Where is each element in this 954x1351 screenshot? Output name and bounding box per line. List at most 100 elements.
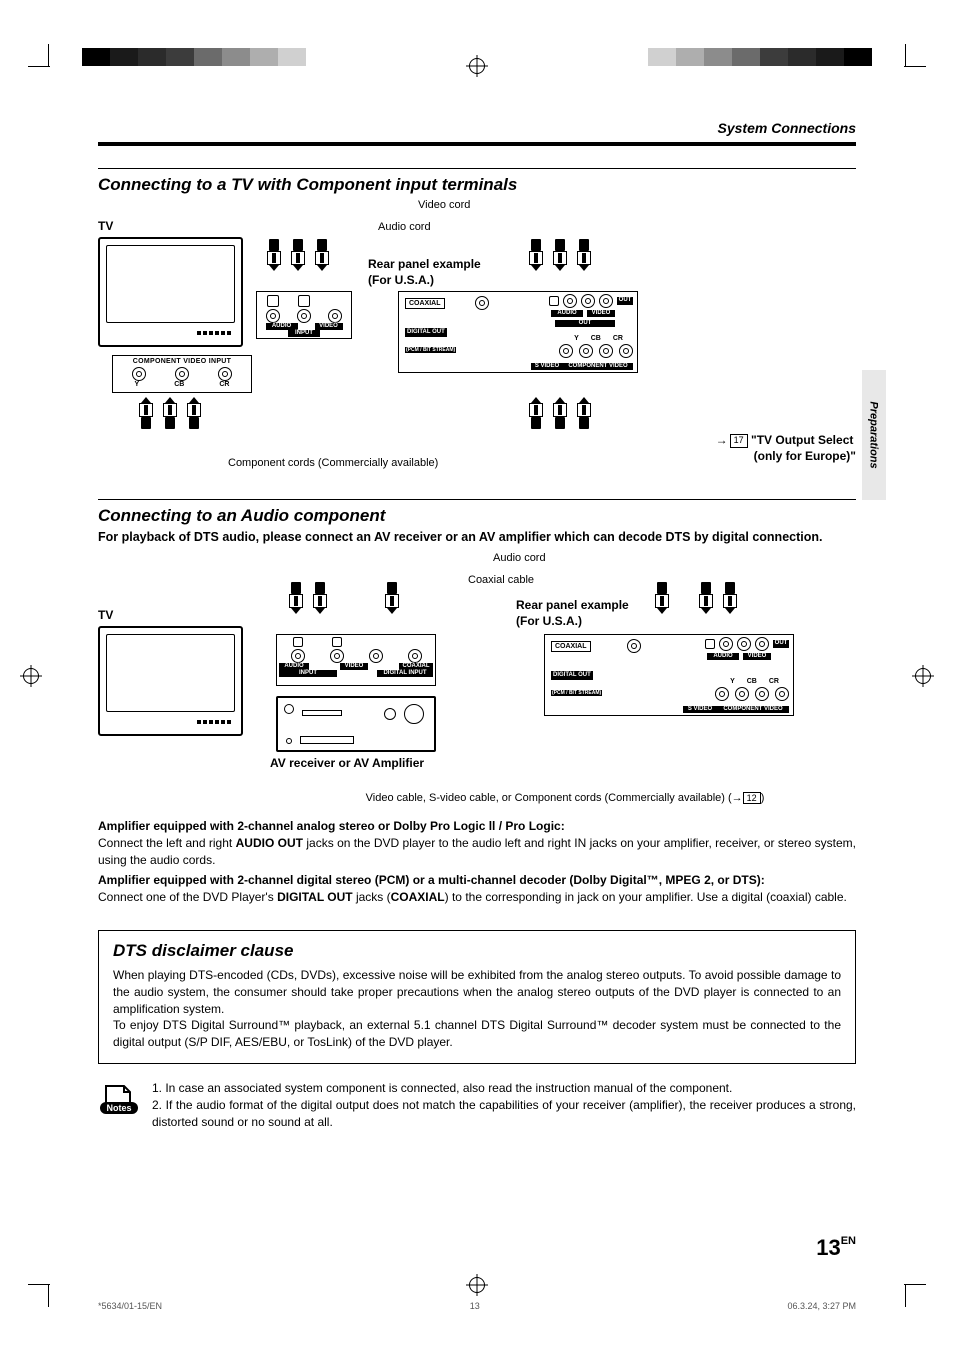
port-icon [755,637,769,651]
chapter-header: System Connections [98,120,856,146]
port-icon [218,367,232,381]
dts-disclaimer-box: DTS disclaimer clause When playing DTS-e… [98,930,856,1064]
port-icon [266,309,280,323]
dts-p1: When playing DTS-encoded (CDs, DVDs), ex… [113,967,841,1017]
rear-panel-region: (For U.S.A.) [368,273,481,289]
port-icon [291,649,305,663]
plug-icon [162,397,178,429]
amp1-body: Connect the left and right AUDIO OUT jac… [98,835,856,869]
port-icon [627,639,641,653]
page-ref: 12 [743,792,761,804]
crop-mark [48,44,49,66]
tv-label: TV [98,219,253,233]
tv-av-input-panel: AUDIO VIDEO INPUT [256,291,352,339]
note-2: 2. If the audio format of the digital ou… [152,1097,856,1131]
section-tab: Preparations [862,370,886,500]
amp1-heading: Amplifier equipped with 2-channel analog… [98,819,565,833]
footer-page: 13 [470,1301,480,1311]
av-amp-label: AV receiver or AV Amplifier [270,756,424,772]
video-cable-note: Video cable, S-video cable, or Component… [186,792,944,804]
crop-mark [28,1284,50,1285]
plug-icon [654,582,670,614]
section-2-lead: For playback of DTS audio, please connec… [98,530,856,544]
component-cords-label: Component cords (Commercially available) [228,457,438,469]
dvd-rear-panel: COAXIAL DIGITAL OUT (PCM / BIT STREAM) O… [398,291,638,373]
port-icon [267,295,279,307]
crop-mark [904,1284,926,1285]
port-icon [581,294,595,308]
connection-diagram-1: Video cord Audio cord Rear panel example… [98,199,856,479]
video-cord-label: Video cord [418,199,470,211]
printer-grayscale-bar [82,48,334,66]
port-icon [579,344,593,358]
crop-mark [28,66,50,67]
svg-text:Notes: Notes [106,1103,131,1113]
notes-section: Notes 1. In case an associated system co… [98,1080,856,1130]
port-icon [735,687,749,701]
port-icon [330,649,344,663]
crop-mark [48,1285,49,1307]
plug-icon [576,397,592,429]
plug-icon [186,397,202,429]
crop-mark [905,1285,906,1307]
tv-icon [98,626,243,736]
crop-mark [904,66,926,67]
plug-icon [314,239,330,271]
plug-icon [312,582,328,614]
port-icon [599,344,613,358]
registration-mark-icon [912,665,934,687]
page-number: 13EN [816,1235,856,1261]
dts-title: DTS disclaimer clause [113,941,841,961]
registration-mark-icon [466,55,488,77]
tv-output-ref-2: (only for Europe)" [754,449,856,463]
port-icon [705,639,715,649]
audio-cord-label: Audio cord [493,552,546,564]
coaxial-cable-label: Coaxial cable [468,574,534,586]
plug-icon [528,397,544,429]
section-1-title: Connecting to a TV with Component input … [98,168,856,195]
plug-icon [722,582,738,614]
port-icon [563,294,577,308]
registration-mark-icon [20,665,42,687]
port-icon [328,309,342,323]
note-1: 1. In case an associated system componen… [152,1080,856,1097]
crop-mark [905,44,906,66]
port-icon [737,637,751,651]
plug-icon [552,397,568,429]
port-icon [775,687,789,701]
tv-icon [98,237,243,347]
port-icon [408,649,422,663]
section-2-title: Connecting to an Audio component [98,499,856,526]
rear-panel-label: Rear panel example [516,598,629,614]
plug-icon [384,582,400,614]
plug-icon [290,239,306,271]
amp-input-panel: AUDIO VIDEO COAXIAL INPUT DIGITAL INPUT [276,634,436,686]
section-tab-label: Preparations [868,401,880,468]
port-icon [715,687,729,701]
audio-cord-label: Audio cord [378,221,431,233]
port-icon [297,309,311,323]
plug-icon [552,239,568,271]
port-icon [719,637,733,651]
printer-grayscale-bar [620,48,872,66]
plug-icon [138,397,154,429]
plug-icon [266,239,282,271]
port-icon [293,637,303,647]
connection-diagram-2: Audio cord Coaxial cable Rear panel exam… [98,552,856,812]
plug-icon [288,582,304,614]
dvd-rear-panel: COAXIAL DIGITAL OUT (PCM / BIT STREAM) O… [544,634,794,716]
amp2-body: Connect one of the DVD Player's DIGITAL … [98,889,856,906]
print-footer: *5634/01-15/EN 13 06.3.24, 3:27 PM [98,1301,856,1311]
port-icon [599,294,613,308]
port-icon [549,296,559,306]
port-icon [475,296,489,310]
footer-timestamp: 06.3.24, 3:27 PM [787,1301,856,1311]
port-icon [298,295,310,307]
footer-doc-id: *5634/01-15/EN [98,1301,162,1311]
port-icon [132,367,146,381]
tv-label: TV [98,608,243,622]
component-video-input-panel: COMPONENT VIDEO INPUT Y CB CR [112,355,252,393]
port-icon [332,637,342,647]
port-icon [175,367,189,381]
rear-panel-label: Rear panel example [368,257,481,273]
